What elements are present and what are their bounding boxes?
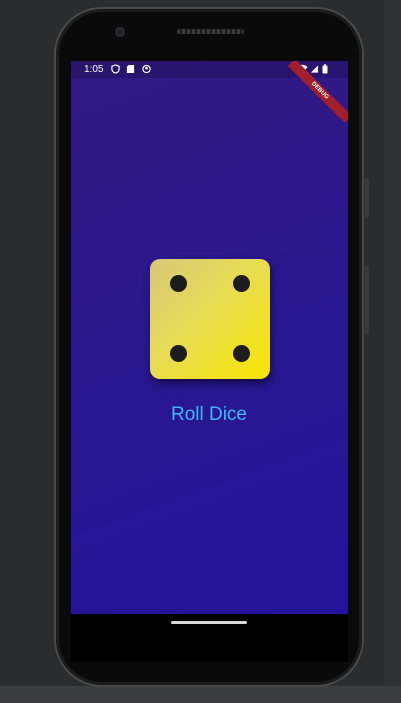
dice-pip bbox=[233, 275, 250, 292]
shield-icon bbox=[111, 64, 120, 74]
status-time: 1:05 bbox=[84, 64, 104, 75]
battery-icon bbox=[322, 64, 328, 74]
power-button[interactable] bbox=[365, 178, 369, 218]
dice-pip bbox=[170, 275, 187, 292]
signal-icon bbox=[310, 65, 319, 73]
face-icon bbox=[142, 64, 151, 74]
dice-pip bbox=[170, 345, 187, 362]
sd-card-icon bbox=[126, 64, 135, 74]
front-camera bbox=[115, 27, 125, 37]
navigation-bar bbox=[71, 614, 348, 662]
dice-face[interactable] bbox=[150, 259, 270, 379]
dice-pip bbox=[233, 345, 250, 362]
home-gesture-handle[interactable] bbox=[171, 621, 247, 624]
app-screen: 1:05 DEBUG Roll Dice bbox=[71, 61, 348, 614]
earpiece-speaker bbox=[177, 29, 244, 34]
window-edge bbox=[384, 0, 401, 686]
roll-dice-button[interactable]: Roll Dice bbox=[159, 400, 259, 430]
window-bottom-strip bbox=[0, 686, 401, 703]
volume-button[interactable] bbox=[365, 265, 369, 335]
